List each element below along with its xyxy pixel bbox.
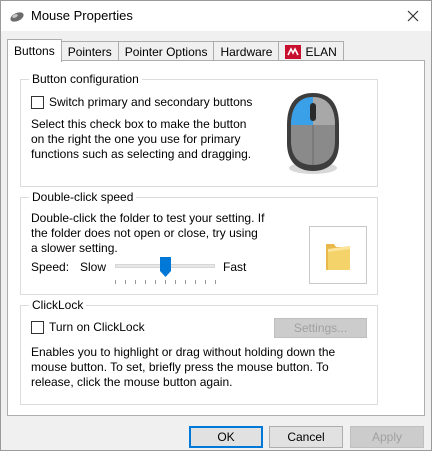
button-configuration-group: Button configuration Switch primary and … (20, 72, 378, 187)
tab-buttons[interactable]: Buttons (7, 39, 62, 62)
button-label: Cancel (287, 430, 325, 444)
group-title: ClickLock (29, 298, 87, 312)
slider-tick (185, 280, 186, 284)
clicklock-description: Enables you to highlight or drag without… (31, 345, 336, 389)
window-title: Mouse Properties (31, 8, 133, 23)
mouse-icon (10, 12, 24, 22)
tab-hardware[interactable]: Hardware (213, 41, 280, 61)
button-label: Apply (371, 430, 403, 444)
slow-label: Slow (80, 260, 107, 274)
speed-slider-thumb[interactable] (159, 257, 171, 277)
clicklock-checkbox[interactable] (31, 320, 44, 334)
mouse-properties-window: Mouse Properties Buttons Pointers Pointe… (0, 0, 432, 451)
apply-button[interactable]: Apply (350, 426, 424, 448)
double-click-test-area[interactable] (309, 226, 367, 284)
buttons-tab-panel: Button configuration Switch primary and … (7, 60, 425, 416)
tab-label: ELAN (305, 44, 337, 59)
mouse-illustration-icon (287, 93, 339, 174)
group-title: Double-click speed (29, 190, 137, 204)
tab-label: Hardware (220, 44, 273, 59)
folder-icon[interactable] (324, 240, 352, 272)
checkbox-label: Turn on ClickLock (49, 320, 145, 334)
slider-tick (205, 280, 206, 284)
tab-elan[interactable]: ELAN (278, 41, 344, 61)
close-icon (407, 10, 419, 22)
slider-tick (215, 280, 216, 284)
slider-tick (145, 280, 146, 284)
slider-tick (125, 280, 126, 284)
tab-pointers[interactable]: Pointers (60, 41, 119, 61)
fast-label: Fast (223, 260, 247, 274)
double-click-description: Double-click the folder to test your set… (31, 211, 265, 255)
slider-tick (115, 280, 116, 284)
button-label: Settings... (293, 321, 348, 335)
title-bar[interactable]: Mouse Properties (1, 1, 431, 31)
slider-tick (175, 280, 176, 284)
slider-tick (195, 280, 196, 284)
slider-tick (155, 280, 156, 284)
speed-label: Speed: (31, 260, 70, 274)
tab-strip: Buttons Pointers Pointer Options Hardwar… (7, 39, 344, 62)
clicklock-settings-button[interactable]: Settings... (274, 318, 367, 338)
button-config-description: Select this check box to make the button… (31, 117, 252, 161)
clicklock-row[interactable]: Turn on ClickLock (31, 320, 145, 334)
clicklock-group: ClickLock Turn on ClickLock Settings... … (20, 298, 378, 405)
tab-pointer-options[interactable]: Pointer Options (117, 41, 215, 61)
group-title: Button configuration (29, 72, 142, 86)
checkbox-label: Switch primary and secondary buttons (49, 95, 253, 109)
slider-tick (165, 280, 166, 284)
slider-tick (135, 280, 136, 284)
switch-buttons-checkbox[interactable] (31, 95, 44, 109)
switch-buttons-row[interactable]: Switch primary and secondary buttons (31, 95, 252, 109)
tab-label: Pointers (67, 44, 112, 59)
double-click-speed-group: Double-click speed Double-click the fold… (20, 190, 378, 295)
tab-label: Buttons (14, 44, 55, 58)
button-label: OK (217, 430, 235, 444)
elan-icon (285, 44, 302, 59)
ok-button[interactable]: OK (189, 426, 263, 448)
close-button[interactable] (401, 5, 425, 27)
cancel-button[interactable]: Cancel (269, 426, 343, 448)
tab-label: Pointer Options (124, 44, 208, 59)
